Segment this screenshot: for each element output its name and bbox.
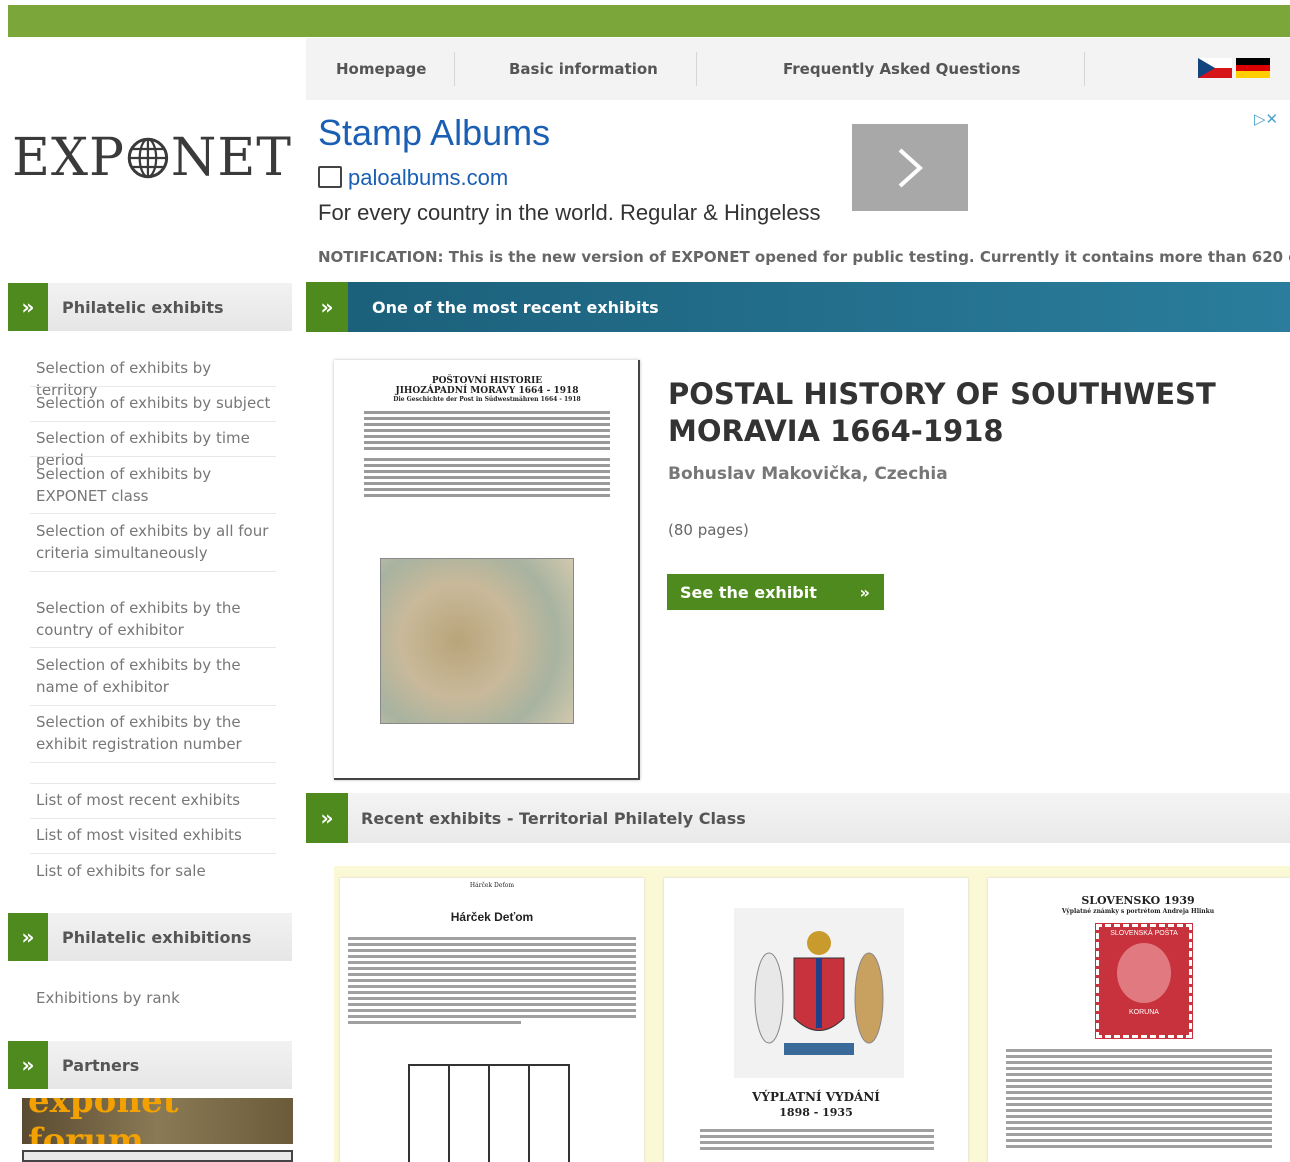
souvenir-sheet-image — [408, 1064, 570, 1162]
featured-exhibit-thumbnail[interactable]: POŠTOVNÍ HISTORIE JIHOZÁPADNÍ MORAVY 166… — [334, 360, 640, 780]
recent-section-title: Recent exhibits - Territorial Philately … — [361, 808, 746, 828]
sidebar-link-subject[interactable]: Selection of exhibits by subject — [36, 392, 276, 414]
sidebar-divider — [30, 386, 276, 387]
sidebar-link-most-visited[interactable]: List of most visited exhibits — [36, 824, 276, 846]
double-chevron-icon: » — [306, 282, 348, 332]
double-chevron-icon: » — [8, 913, 48, 961]
double-chevron-icon: » — [306, 793, 348, 843]
sidebar-header-exhibitions: » Philatelic exhibitions — [8, 913, 292, 961]
exponet-forum-banner[interactable]: exponet forum — [22, 1098, 293, 1144]
nav-separator — [1084, 52, 1085, 86]
sidebar-divider — [30, 853, 276, 854]
sidebar-header-label: Philatelic exhibits — [62, 297, 224, 317]
card-subheading: Výplatné známky s portrétom Andreja Hlin… — [1061, 908, 1215, 915]
sidebar-header-label: Philatelic exhibitions — [62, 927, 252, 947]
sidebar-link-country-exhibitor[interactable]: Selection of exhibits by the country of … — [36, 597, 276, 641]
featured-section-title: One of the most recent exhibits — [372, 297, 659, 317]
coat-of-arms-image — [734, 908, 904, 1078]
card-heading: SLOVENSKO 1939 — [1081, 894, 1195, 907]
sidebar-link-name-exhibitor[interactable]: Selection of exhibits by the name of exh… — [36, 654, 276, 698]
sidebar-header-exhibits: » Philatelic exhibits — [8, 283, 292, 331]
logo-text-left: EXP — [12, 128, 125, 188]
partner-banner[interactable] — [22, 1150, 293, 1162]
double-chevron-icon: » — [859, 582, 870, 602]
thumbnail-text-block — [364, 411, 610, 497]
sidebar-divider — [30, 571, 276, 572]
double-chevron-icon: » — [8, 283, 48, 331]
sidebar-divider — [30, 421, 276, 422]
thumbnail-subtitle: Die Geschichte der Post in Südwestmähren… — [393, 396, 581, 403]
sidebar-divider — [30, 456, 276, 457]
recent-exhibit-card[interactable]: Hárček Deťom Hárček Deťom — [340, 878, 644, 1162]
sidebar-link-exhibitions-by-rank[interactable]: Exhibitions by rank — [36, 987, 276, 1009]
sidebar-divider — [30, 762, 276, 763]
ad-description[interactable]: For every country in the world. Regular … — [318, 200, 821, 226]
card-text-block — [1006, 1046, 1272, 1151]
nav-faq[interactable]: Frequently Asked Questions — [783, 52, 1020, 86]
notification-text: NOTIFICATION: This is the new version of… — [318, 248, 1290, 266]
ad-choices-icon[interactable]: ▷✕ — [1254, 110, 1278, 128]
sidebar-divider — [30, 783, 276, 784]
stamp-image: SLOVENSKÁ POŠTA KORUNA — [1095, 923, 1193, 1039]
thumbnail-map-image — [380, 558, 574, 724]
ad-url[interactable]: paloalbums.com — [348, 165, 508, 191]
ad-title[interactable]: Stamp Albums — [318, 112, 550, 154]
logo-text-right: NET — [170, 128, 292, 188]
ad-open-button[interactable] — [852, 124, 968, 211]
thumbnail-title-1: POŠTOVNÍ HISTORIE — [431, 376, 543, 386]
main-navigation: Homepage Basic information Frequently As… — [306, 38, 1290, 100]
thumbnail-page: POŠTOVNÍ HISTORIE JIHOZÁPADNÍ MORAVY 166… — [364, 376, 610, 500]
see-exhibit-button[interactable]: See the exhibit » — [667, 574, 884, 610]
recent-exhibit-card[interactable]: SLOVENSKO 1939 Výplatné známky s portrét… — [988, 878, 1290, 1162]
card-text-block — [700, 1126, 934, 1153]
top-bar — [8, 5, 1290, 37]
sidebar-divider — [30, 513, 276, 514]
card-top-label: Hárček Deťom — [469, 882, 515, 889]
sidebar-link-recent[interactable]: List of most recent exhibits — [36, 789, 276, 811]
featured-exhibit-author: Bohuslav Makovička, Czechia — [668, 464, 948, 484]
chevron-right-icon — [898, 148, 923, 187]
card-subheading: 1898 - 1935 — [779, 1106, 853, 1119]
nav-homepage[interactable]: Homepage — [336, 52, 426, 86]
nav-separator — [454, 52, 455, 86]
nav-separator — [696, 52, 697, 86]
sidebar-link-for-sale[interactable]: List of exhibits for sale — [36, 860, 276, 882]
featured-exhibit-title[interactable]: POSTAL HISTORY OF SOUTHWEST MORAVIA 1664… — [668, 376, 1268, 450]
featured-section-header: » One of the most recent exhibits — [306, 282, 1290, 332]
featured-exhibit-pages: (80 pages) — [668, 521, 749, 539]
stamp-portrait — [1117, 943, 1171, 1003]
sidebar-link-all-criteria[interactable]: Selection of exhibits by all four criter… — [36, 520, 276, 564]
sidebar-header-label: Partners — [62, 1055, 140, 1075]
ad-url-icon — [318, 166, 342, 188]
double-chevron-icon: » — [8, 1041, 48, 1089]
german-flag-icon[interactable] — [1236, 58, 1270, 78]
card-text-block — [348, 934, 636, 1027]
stamp-value: KORUNA — [1129, 1009, 1159, 1016]
czech-flag-icon[interactable] — [1198, 58, 1232, 78]
nav-basic-information[interactable]: Basic information — [509, 52, 658, 86]
globe-icon — [127, 137, 169, 179]
sidebar-divider — [30, 818, 276, 819]
thumbnail-title-2: JIHOZÁPADNÍ MORAVY 1664 - 1918 — [395, 386, 579, 396]
sidebar-divider — [30, 647, 276, 648]
sidebar-divider — [30, 705, 276, 706]
sidebar-link-registration-number[interactable]: Selection of exhibits by the exhibit reg… — [36, 711, 276, 755]
card-heading: VÝPLATNÍ VYDÁNÍ — [752, 1090, 880, 1104]
sidebar-link-exponet-class[interactable]: Selection of exhibits by EXPONET class — [36, 463, 276, 507]
stamp-header: SLOVENSKÁ POŠTA — [1110, 930, 1178, 937]
exponet-logo[interactable]: EXP NET — [12, 122, 292, 194]
see-exhibit-label: See the exhibit — [680, 582, 817, 602]
card-heading: Hárček Deťom — [450, 910, 534, 924]
recent-exhibit-card[interactable]: VÝPLATNÍ VYDÁNÍ 1898 - 1935 — [664, 878, 968, 1162]
sidebar-header-partners: » Partners — [8, 1041, 292, 1089]
recent-section-header: » Recent exhibits - Territorial Philatel… — [306, 793, 1290, 843]
